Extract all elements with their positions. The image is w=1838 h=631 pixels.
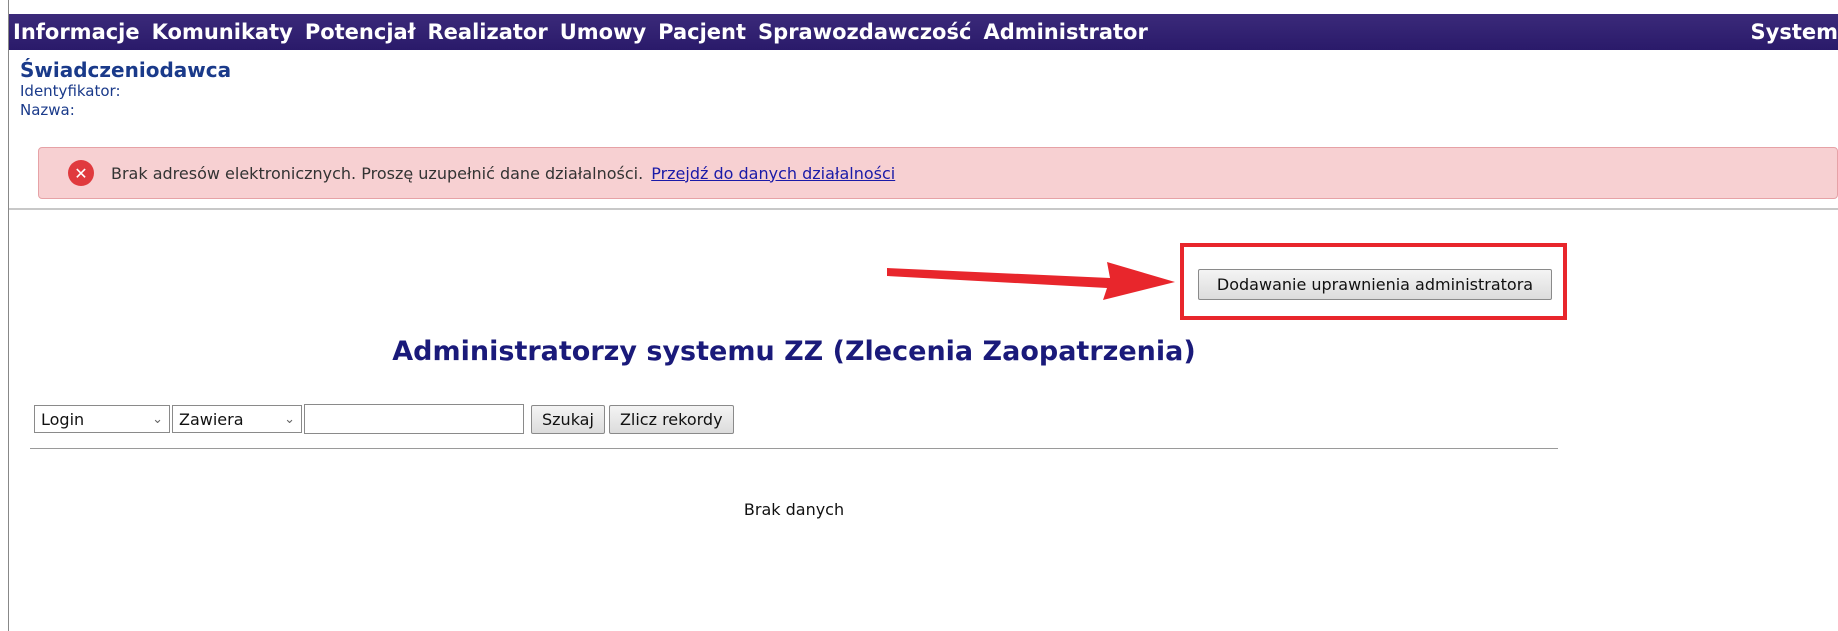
provider-info: Świadczeniodawca Identyfikator: Nazwa: xyxy=(20,58,231,120)
chevron-down-icon: ⌄ xyxy=(152,411,163,427)
menu-item-informacje[interactable]: Informacje xyxy=(13,20,140,44)
menu-item-komunikaty[interactable]: Komunikaty xyxy=(152,20,293,44)
provider-id-label: Identyfikator: xyxy=(20,82,121,100)
annotation-arrow-icon xyxy=(887,262,1175,300)
menu-item-administrator[interactable]: Administrator xyxy=(983,20,1147,44)
alert-link-business-data[interactable]: Przejdź do danych działalności xyxy=(651,164,895,183)
provider-name-label: Nazwa: xyxy=(20,101,75,119)
search-operator-value: Zawiera xyxy=(179,409,244,429)
menu-item-sprawozdawczosc[interactable]: Sprawozdawczość xyxy=(758,20,971,44)
page-title: Administratorzy systemu ZZ (Zlecenia Zao… xyxy=(392,336,1196,367)
results-divider xyxy=(30,448,1558,449)
menu-item-realizator[interactable]: Realizator xyxy=(428,20,548,44)
search-button[interactable]: Szukaj xyxy=(531,404,605,434)
menu-item-potencjal[interactable]: Potencjał xyxy=(305,20,416,44)
empty-results-text: Brak danych xyxy=(743,500,845,519)
alert-message: Brak adresów elektronicznych. Proszę uzu… xyxy=(111,163,644,183)
search-field-select[interactable]: Login ⌄ xyxy=(34,405,170,433)
menu-item-pacjent[interactable]: Pacjent xyxy=(658,20,746,44)
search-input[interactable] xyxy=(304,404,524,434)
search-bar: Login ⌄ Zawiera ⌄ Szukaj Zlicz rekordy xyxy=(34,404,734,434)
search-operator-select[interactable]: Zawiera ⌄ xyxy=(172,405,302,433)
add-admin-permission-button[interactable]: Dodawanie uprawnienia administratora xyxy=(1198,269,1552,300)
top-menu-bar: Informacje Komunikaty Potencjał Realizat… xyxy=(9,14,1838,50)
error-alert: ✕ Brak adresów elektronicznych. Proszę u… xyxy=(38,147,1838,199)
count-records-button[interactable]: Zlicz rekordy xyxy=(608,404,734,434)
chevron-down-icon: ⌄ xyxy=(284,411,295,427)
provider-title: Świadczeniodawca xyxy=(20,58,232,82)
menu-item-system[interactable]: System xyxy=(1751,20,1838,44)
divider xyxy=(9,208,1838,210)
search-field-value: Login xyxy=(41,409,85,429)
error-x-icon: ✕ xyxy=(68,160,94,186)
menu-item-umowy[interactable]: Umowy xyxy=(560,20,646,44)
